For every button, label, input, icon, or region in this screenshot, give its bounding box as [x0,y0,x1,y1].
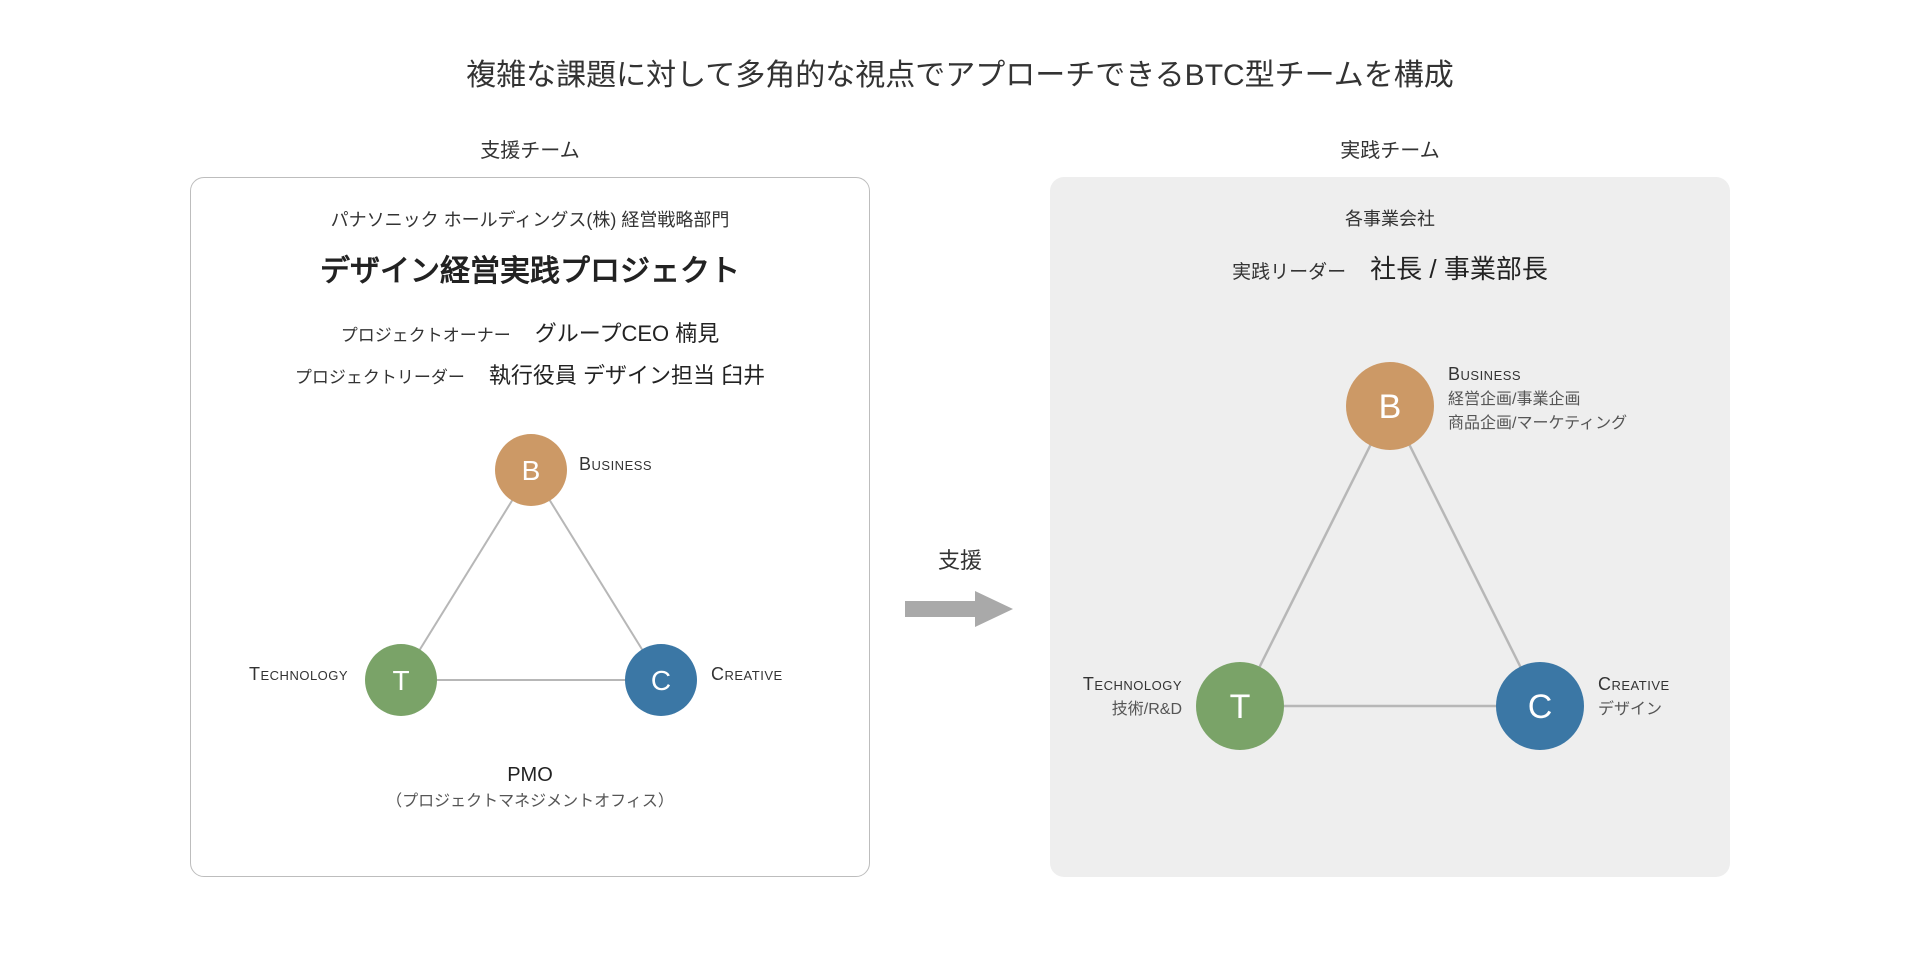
arrow-column: 支援 [900,134,1020,877]
owner-row: プロジェクトオーナー グループCEO 楠見 [221,316,839,348]
b-node-sub2: 商品企画/マーケティング [1448,409,1627,433]
left-triangle-svg: B T C [221,400,841,740]
right-org: 各事業会社 [1080,205,1700,231]
t-node-letter-r: T [1230,688,1251,726]
pmo-title: PMO [221,764,839,787]
practice-leader-value: 社長 / 事業部長 [1370,249,1548,286]
columns: 支援チーム パナソニック ホールディングス(株) 経営戦略部門 デザイン経営実践… [160,134,1760,877]
c-node-sub1: デザイン [1598,695,1670,719]
practice-leader-label: 実践リーダー [1232,257,1346,284]
practice-leader-row: 実践リーダー 社長 / 事業部長 [1080,249,1700,286]
b-node-letter: B [522,455,541,486]
c-node-letter-r: C [1528,688,1553,726]
left-org: パナソニック ホールディングス(株) 経営戦略部門 [221,206,839,232]
b-node-sub1: 経営企画/事業企画 [1448,385,1627,409]
left-column: 支援チーム パナソニック ホールディングス(株) 経営戦略部門 デザイン経営実践… [190,134,870,877]
leader-row: プロジェクトリーダー 執行役員 デザイン担当 臼井 [221,358,839,390]
support-team-panel: パナソニック ホールディングス(株) 経営戦略部門 デザイン経営実践プロジェクト… [190,177,870,877]
page-title: 複雑な課題に対して多角的な視点でアプローチできるBTC型チームを構成 [160,50,1760,94]
left-triangle: B T C Business Technology Creative [221,400,839,760]
diagram-root: 複雑な課題に対して多角的な視点でアプローチできるBTC型チームを構成 支援チーム… [0,0,1920,877]
t-node-letter: T [392,665,409,696]
arrow-icon [905,589,1015,629]
left-col-label: 支援チーム [480,134,579,163]
arrow-label: 支援 [938,543,982,575]
right-col-label: 実践チーム [1340,134,1439,163]
c-node-letter: C [651,665,671,696]
b-node-title: Business [579,454,652,475]
project-title: デザイン経営実践プロジェクト [221,246,839,290]
c-node-title-r: Creative [1598,674,1670,695]
leader-value: 執行役員 デザイン担当 臼井 [489,358,765,390]
right-column: 実践チーム 各事業会社 実践リーダー 社長 / 事業部長 B T [1050,134,1730,877]
t-node-sub1: 技術/R&D [982,695,1182,719]
pmo-sub: （プロジェクトマネジメントオフィス） [221,787,839,811]
owner-value: グループCEO 楠見 [535,316,719,348]
t-node-title: Technology [249,664,348,685]
b-node-title-r: Business [1448,364,1627,385]
b-node-letter-r: B [1379,388,1402,426]
practice-team-panel: 各事業会社 実践リーダー 社長 / 事業部長 B T [1050,177,1730,877]
owner-label: プロジェクトオーナー [341,321,511,346]
leader-label: プロジェクトリーダー [295,363,465,388]
right-triangle: B T C Business 経営企画/事業企画 商品企画/マーケティング [1080,316,1700,836]
c-node-title: Creative [711,664,783,685]
t-node-title-r: Technology [982,674,1182,695]
